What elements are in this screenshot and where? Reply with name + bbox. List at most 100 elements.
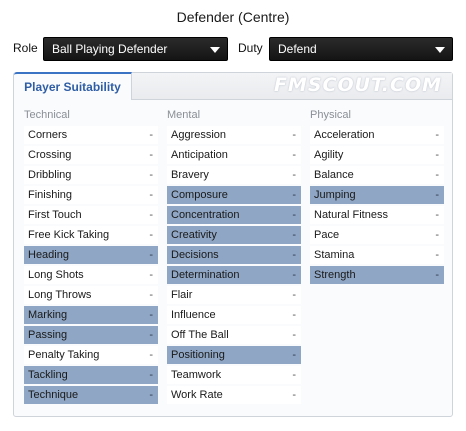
attribute-name: Influence: [171, 309, 216, 321]
suitability-panel: Player Suitability FMSCOUT.COM Technical…: [13, 72, 453, 417]
page-title: Defender (Centre): [176, 9, 290, 25]
attribute-row: Heading -: [24, 246, 158, 264]
attribute-value: -: [149, 129, 153, 141]
attribute-name: Concentration: [171, 209, 240, 221]
tab-player-suitability[interactable]: Player Suitability: [14, 72, 132, 100]
chevron-down-icon: [210, 47, 220, 53]
attribute-value: -: [149, 269, 153, 281]
attribute-row: Penalty Taking -: [24, 346, 158, 364]
attribute-value: -: [435, 229, 439, 241]
attribute-value: -: [435, 249, 439, 261]
attribute-row: Balance -: [310, 166, 444, 184]
attribute-row: Creativity -: [167, 226, 301, 244]
role-select-value: Ball Playing Defender: [52, 42, 168, 56]
attribute-value: -: [149, 249, 153, 261]
attribute-row: Long Throws -: [24, 286, 158, 304]
attribute-value: -: [149, 149, 153, 161]
attribute-name: Aggression: [171, 129, 227, 141]
role-select[interactable]: Ball Playing Defender: [43, 37, 228, 61]
attribute-row: Free Kick Taking -: [24, 226, 158, 244]
attribute-value: -: [292, 289, 296, 301]
attribute-value: -: [149, 289, 153, 301]
attribute-name: Off The Ball: [171, 329, 229, 341]
mental-column: Mental Aggression - Anticipation - Bravery - C…: [167, 109, 301, 406]
attribute-row: Off The Ball -: [167, 326, 301, 344]
attribute-name: Balance: [314, 169, 354, 181]
attribute-name: Acceleration: [314, 129, 375, 141]
attribute-name: Composure: [171, 189, 228, 201]
attribute-value: -: [149, 349, 153, 361]
attribute-value: -: [149, 329, 153, 341]
attribute-value: -: [149, 309, 153, 321]
attribute-row: Crossing -: [24, 146, 158, 164]
attribute-value: -: [292, 149, 296, 161]
attribute-value: -: [435, 149, 439, 161]
attribute-name: First Touch: [28, 209, 82, 221]
attribute-row: Teamwork -: [167, 366, 301, 384]
attribute-row: Tackling -: [24, 366, 158, 384]
attribute-value: -: [435, 269, 439, 281]
attribute-name: Long Shots: [28, 269, 84, 281]
attribute-name: Passing: [28, 329, 68, 341]
attribute-name: Teamwork: [171, 369, 222, 381]
attribute-name: Jumping: [314, 189, 356, 201]
attribute-name: Crossing: [28, 149, 72, 161]
attribute-row: Marking -: [24, 306, 158, 324]
attribute-value: -: [292, 229, 296, 241]
attribute-row: Flair -: [167, 286, 301, 304]
technical-column: Technical Corners - Crossing - Dribbling - Fin…: [24, 109, 158, 406]
attribute-name: Positioning: [171, 349, 225, 361]
attribute-value: -: [292, 329, 296, 341]
attribute-name: Corners: [28, 129, 68, 141]
attribute-name: Anticipation: [171, 149, 228, 161]
attribute-name: Marking: [28, 309, 68, 321]
attribute-row: Composure -: [167, 186, 301, 204]
attribute-value: -: [435, 169, 439, 181]
attribute-row: Bravery -: [167, 166, 301, 184]
attribute-value: -: [292, 249, 296, 261]
attribute-value: -: [292, 389, 296, 401]
attribute-value: -: [292, 169, 296, 181]
attribute-row: Natural Fitness -: [310, 206, 444, 224]
attribute-name: Tackling: [28, 369, 68, 381]
attribute-name: Technique: [28, 389, 79, 401]
attribute-row: Positioning -: [167, 346, 301, 364]
attribute-value: -: [149, 189, 153, 201]
attribute-name: Free Kick Taking: [28, 229, 110, 241]
attribute-value: -: [435, 129, 439, 141]
attribute-row: Dribbling -: [24, 166, 158, 184]
duty-label: Duty: [238, 41, 263, 55]
attribute-name: Finishing: [28, 189, 73, 201]
attribute-value: -: [149, 209, 153, 221]
attribute-row: Strength -: [310, 266, 444, 284]
attribute-row: Determination -: [167, 266, 301, 284]
mental-heading: Mental: [167, 109, 201, 121]
attribute-name: Penalty Taking: [28, 349, 100, 361]
attribute-name: Pace: [314, 229, 340, 241]
attribute-name: Long Throws: [28, 289, 92, 301]
attribute-row: Pace -: [310, 226, 444, 244]
attribute-row: Acceleration -: [310, 126, 444, 144]
attribute-name: Bravery: [171, 169, 209, 181]
attribute-row: Corners -: [24, 126, 158, 144]
attribute-name: Work Rate: [171, 389, 223, 401]
attribute-value: -: [292, 209, 296, 221]
attribute-row: Long Shots -: [24, 266, 158, 284]
attribute-row: Decisions -: [167, 246, 301, 264]
duty-select-value: Defend: [278, 42, 317, 56]
attribute-row: Aggression -: [167, 126, 301, 144]
attribute-name: Determination: [171, 269, 240, 281]
attribute-value: -: [435, 209, 439, 221]
attribute-value: -: [435, 189, 439, 201]
chevron-down-icon: [435, 47, 445, 53]
tab-bar: Player Suitability FMSCOUT.COM: [14, 72, 452, 100]
attribute-value: -: [149, 229, 153, 241]
attribute-value: -: [149, 169, 153, 181]
role-label: Role: [13, 41, 38, 55]
duty-select[interactable]: Defend: [269, 37, 453, 61]
attribute-value: -: [292, 309, 296, 321]
attribute-name: Dribbling: [28, 169, 72, 181]
attribute-value: -: [292, 129, 296, 141]
attribute-name: Stamina: [314, 249, 355, 261]
attribute-row: Anticipation -: [167, 146, 301, 164]
